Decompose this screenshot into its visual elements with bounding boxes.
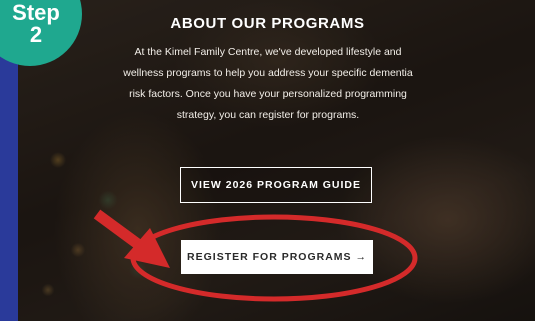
- step-badge: Step 2: [0, 0, 82, 66]
- step-label: Step 2: [0, 2, 72, 46]
- step-number: 2: [29, 22, 43, 47]
- red-annotation: [93, 209, 418, 302]
- highlight-ellipse: [130, 214, 418, 302]
